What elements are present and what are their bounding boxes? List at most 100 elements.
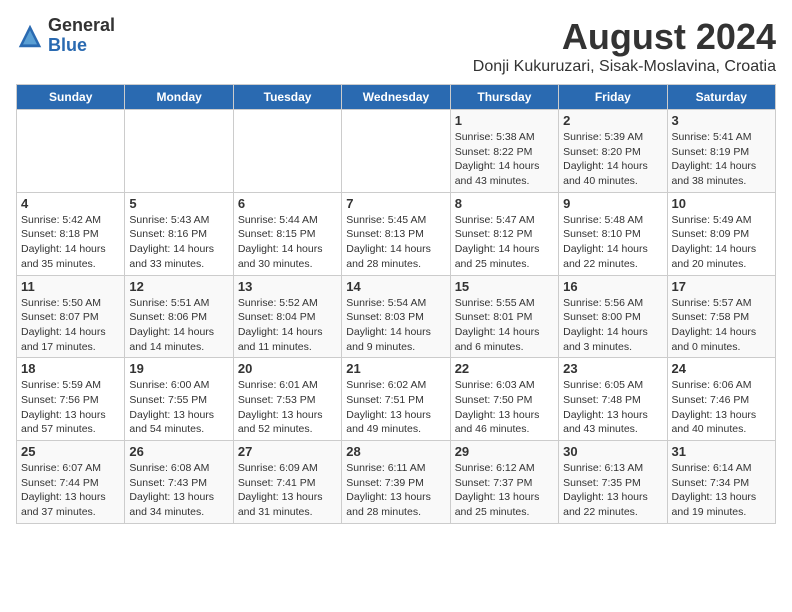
day-number: 10 xyxy=(672,196,771,211)
calendar-day-cell: 6 Sunrise: 5:44 AM Sunset: 8:15 PM Daylig… xyxy=(233,192,341,275)
day-info: Sunrise: 5:59 AM Sunset: 7:56 PM Dayligh… xyxy=(21,378,120,437)
calendar-day-cell: 8 Sunrise: 5:47 AM Sunset: 8:12 PM Daylig… xyxy=(450,192,558,275)
calendar-day-cell: 22Sunrise: 6:03 AM Sunset: 7:50 PM Dayli… xyxy=(450,358,558,441)
day-info: Sunrise: 5:52 AM Sunset: 8:04 PM Dayligh… xyxy=(238,296,337,355)
day-info: Sunrise: 5:39 AM Sunset: 8:20 PM Dayligh… xyxy=(563,130,662,189)
day-number: 28 xyxy=(346,444,445,459)
calendar-day-cell: 24Sunrise: 6:06 AM Sunset: 7:46 PM Dayli… xyxy=(667,358,775,441)
calendar-day-cell: 12 Sunrise: 5:51 AM Sunset: 8:06 PM Dayli… xyxy=(125,275,233,358)
calendar-day-cell xyxy=(233,110,341,193)
day-info: Sunrise: 6:09 AM Sunset: 7:41 PM Dayligh… xyxy=(238,461,337,520)
calendar-day-cell: 29Sunrise: 6:12 AM Sunset: 7:37 PM Dayli… xyxy=(450,441,558,524)
day-number: 18 xyxy=(21,361,120,376)
logo-text: General Blue xyxy=(48,16,115,56)
day-info: Sunrise: 5:48 AM Sunset: 8:10 PM Dayligh… xyxy=(563,213,662,272)
logo: General Blue xyxy=(16,16,115,56)
day-info: Sunrise: 5:49 AM Sunset: 8:09 PM Dayligh… xyxy=(672,213,771,272)
calendar-day-cell: 16Sunrise: 5:56 AM Sunset: 8:00 PM Dayli… xyxy=(559,275,667,358)
calendar-day-cell: 7Sunrise: 5:45 AM Sunset: 8:13 PM Daylig… xyxy=(342,192,450,275)
day-info: Sunrise: 6:07 AM Sunset: 7:44 PM Dayligh… xyxy=(21,461,120,520)
day-number: 21 xyxy=(346,361,445,376)
calendar-week-row: 1 Sunrise: 5:38 AM Sunset: 8:22 PM Daylig… xyxy=(17,110,776,193)
calendar-day-cell: 11Sunrise: 5:50 AM Sunset: 8:07 PM Dayli… xyxy=(17,275,125,358)
calendar-day-cell: 3Sunrise: 5:41 AM Sunset: 8:19 PM Daylig… xyxy=(667,110,775,193)
day-info: Sunrise: 5:44 AM Sunset: 8:15 PM Dayligh… xyxy=(238,213,337,272)
day-number: 30 xyxy=(563,444,662,459)
day-of-week-header: Wednesday xyxy=(342,85,450,110)
calendar-day-cell: 2Sunrise: 5:39 AM Sunset: 8:20 PM Daylig… xyxy=(559,110,667,193)
calendar-day-cell: 27 Sunrise: 6:09 AM Sunset: 7:41 PM Dayli… xyxy=(233,441,341,524)
calendar-day-cell: 25 Sunrise: 6:07 AM Sunset: 7:44 PM Dayli… xyxy=(17,441,125,524)
day-of-week-header: Thursday xyxy=(450,85,558,110)
day-info: Sunrise: 6:12 AM Sunset: 7:37 PM Dayligh… xyxy=(455,461,554,520)
logo-general-text: General xyxy=(48,16,115,36)
day-number: 25 xyxy=(21,444,120,459)
calendar-week-row: 4Sunrise: 5:42 AM Sunset: 8:18 PM Daylig… xyxy=(17,192,776,275)
day-of-week-header: Saturday xyxy=(667,85,775,110)
day-info: Sunrise: 5:50 AM Sunset: 8:07 PM Dayligh… xyxy=(21,296,120,355)
calendar-day-cell: 20 Sunrise: 6:01 AM Sunset: 7:53 PM Dayli… xyxy=(233,358,341,441)
calendar-day-cell xyxy=(342,110,450,193)
calendar-day-cell: 26 Sunrise: 6:08 AM Sunset: 7:43 PM Dayli… xyxy=(125,441,233,524)
calendar-body: 1 Sunrise: 5:38 AM Sunset: 8:22 PM Daylig… xyxy=(17,110,776,524)
day-number: 9 xyxy=(563,196,662,211)
day-info: Sunrise: 6:00 AM Sunset: 7:55 PM Dayligh… xyxy=(129,378,228,437)
calendar-day-cell: 30 Sunrise: 6:13 AM Sunset: 7:35 PM Dayli… xyxy=(559,441,667,524)
calendar-day-cell: 10 Sunrise: 5:49 AM Sunset: 8:09 PM Dayli… xyxy=(667,192,775,275)
logo-icon xyxy=(16,22,44,50)
calendar-day-cell: 13 Sunrise: 5:52 AM Sunset: 8:04 PM Dayli… xyxy=(233,275,341,358)
day-number: 1 xyxy=(455,113,554,128)
day-number: 26 xyxy=(129,444,228,459)
day-info: Sunrise: 5:55 AM Sunset: 8:01 PM Dayligh… xyxy=(455,296,554,355)
calendar-day-cell: 5 Sunrise: 5:43 AM Sunset: 8:16 PM Daylig… xyxy=(125,192,233,275)
calendar-day-cell: 17 Sunrise: 5:57 AM Sunset: 7:58 PM Dayli… xyxy=(667,275,775,358)
day-info: Sunrise: 5:51 AM Sunset: 8:06 PM Dayligh… xyxy=(129,296,228,355)
calendar-day-cell: 14Sunrise: 5:54 AM Sunset: 8:03 PM Dayli… xyxy=(342,275,450,358)
day-number: 27 xyxy=(238,444,337,459)
day-info: Sunrise: 6:14 AM Sunset: 7:34 PM Dayligh… xyxy=(672,461,771,520)
day-info: Sunrise: 6:01 AM Sunset: 7:53 PM Dayligh… xyxy=(238,378,337,437)
day-info: Sunrise: 5:38 AM Sunset: 8:22 PM Dayligh… xyxy=(455,130,554,189)
calendar-day-cell: 4Sunrise: 5:42 AM Sunset: 8:18 PM Daylig… xyxy=(17,192,125,275)
calendar-week-row: 25 Sunrise: 6:07 AM Sunset: 7:44 PM Dayli… xyxy=(17,441,776,524)
calendar-week-row: 18 Sunrise: 5:59 AM Sunset: 7:56 PM Dayli… xyxy=(17,358,776,441)
day-info: Sunrise: 6:05 AM Sunset: 7:48 PM Dayligh… xyxy=(563,378,662,437)
day-info: Sunrise: 5:47 AM Sunset: 8:12 PM Dayligh… xyxy=(455,213,554,272)
day-number: 8 xyxy=(455,196,554,211)
day-number: 13 xyxy=(238,279,337,294)
day-info: Sunrise: 5:41 AM Sunset: 8:19 PM Dayligh… xyxy=(672,130,771,189)
day-info: Sunrise: 6:11 AM Sunset: 7:39 PM Dayligh… xyxy=(346,461,445,520)
day-number: 12 xyxy=(129,279,228,294)
day-number: 19 xyxy=(129,361,228,376)
day-of-week-header: Tuesday xyxy=(233,85,341,110)
calendar-day-cell: 19 Sunrise: 6:00 AM Sunset: 7:55 PM Dayli… xyxy=(125,358,233,441)
day-number: 7 xyxy=(346,196,445,211)
day-number: 31 xyxy=(672,444,771,459)
day-number: 5 xyxy=(129,196,228,211)
calendar-header-row: SundayMondayTuesdayWednesdayThursdayFrid… xyxy=(17,85,776,110)
day-number: 24 xyxy=(672,361,771,376)
calendar-table: SundayMondayTuesdayWednesdayThursdayFrid… xyxy=(16,84,776,524)
day-number: 4 xyxy=(21,196,120,211)
calendar-day-cell xyxy=(17,110,125,193)
day-of-week-header: Friday xyxy=(559,85,667,110)
day-info: Sunrise: 6:08 AM Sunset: 7:43 PM Dayligh… xyxy=(129,461,228,520)
day-number: 6 xyxy=(238,196,337,211)
day-info: Sunrise: 6:03 AM Sunset: 7:50 PM Dayligh… xyxy=(455,378,554,437)
day-info: Sunrise: 5:56 AM Sunset: 8:00 PM Dayligh… xyxy=(563,296,662,355)
day-info: Sunrise: 5:54 AM Sunset: 8:03 PM Dayligh… xyxy=(346,296,445,355)
day-info: Sunrise: 5:43 AM Sunset: 8:16 PM Dayligh… xyxy=(129,213,228,272)
calendar-day-cell: 1 Sunrise: 5:38 AM Sunset: 8:22 PM Daylig… xyxy=(450,110,558,193)
day-info: Sunrise: 6:13 AM Sunset: 7:35 PM Dayligh… xyxy=(563,461,662,520)
page-header: General Blue August 2024 Donji Kukuruzar… xyxy=(16,16,776,76)
calendar-day-cell: 28 Sunrise: 6:11 AM Sunset: 7:39 PM Dayli… xyxy=(342,441,450,524)
day-number: 20 xyxy=(238,361,337,376)
day-info: Sunrise: 5:57 AM Sunset: 7:58 PM Dayligh… xyxy=(672,296,771,355)
location-title: Donji Kukuruzari, Sisak-Moslavina, Croat… xyxy=(473,58,776,76)
day-of-week-header: Sunday xyxy=(17,85,125,110)
day-number: 17 xyxy=(672,279,771,294)
calendar-day-cell: 9 Sunrise: 5:48 AM Sunset: 8:10 PM Daylig… xyxy=(559,192,667,275)
month-title: August 2024 xyxy=(473,16,776,58)
day-number: 15 xyxy=(455,279,554,294)
day-of-week-header: Monday xyxy=(125,85,233,110)
